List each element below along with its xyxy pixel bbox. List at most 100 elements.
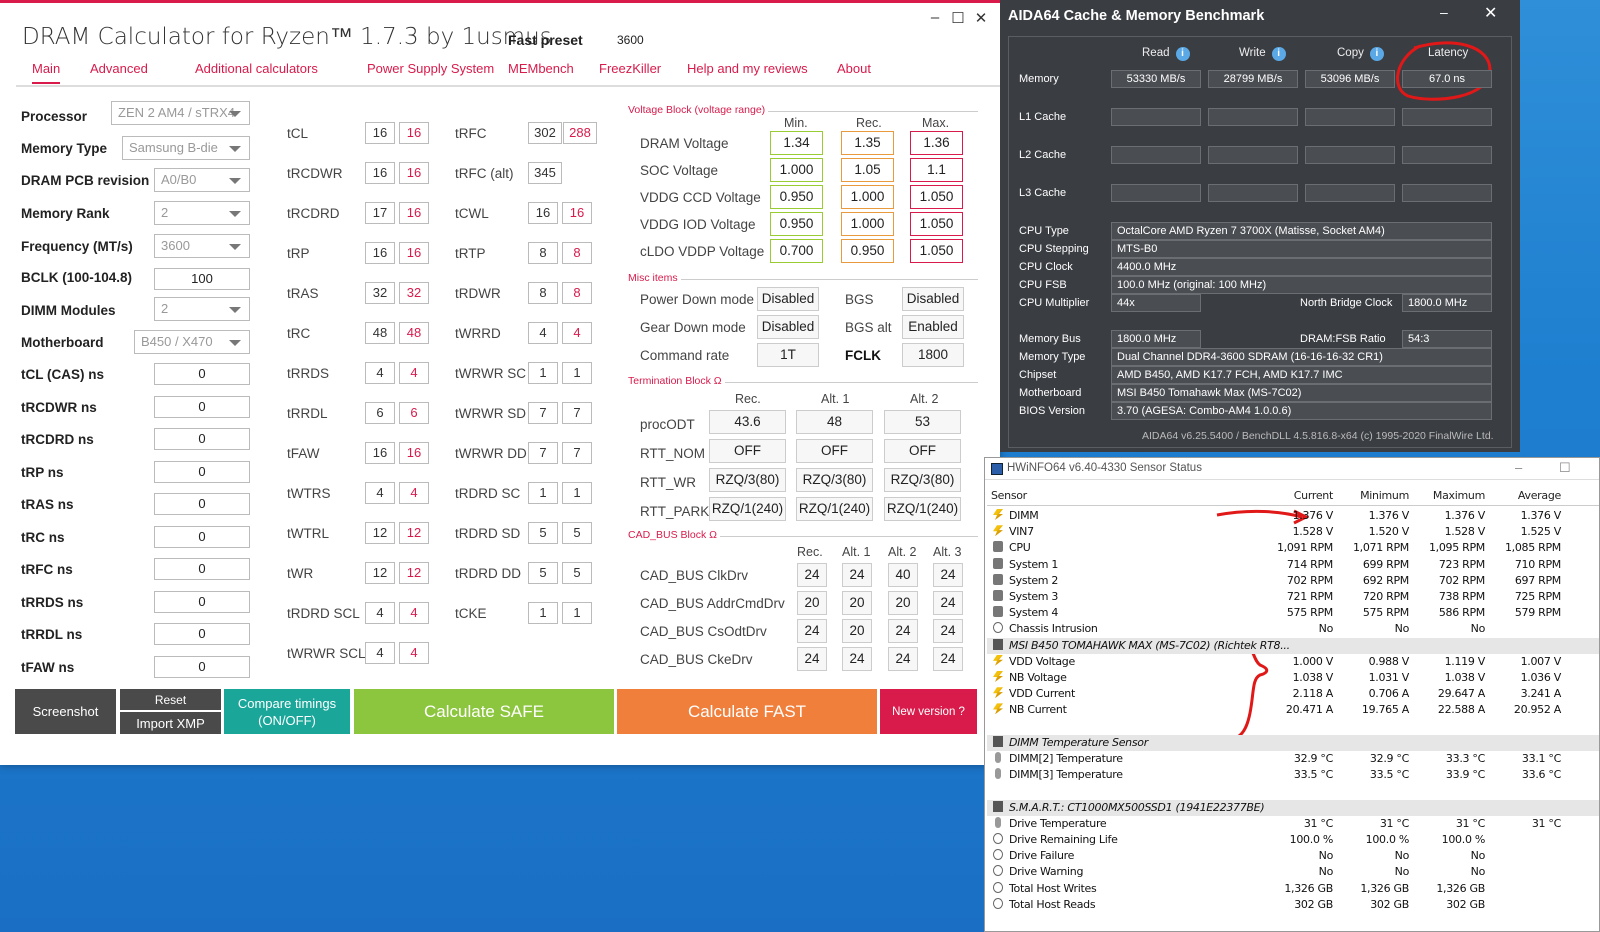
sensor-row[interactable]: VIN7 1.528 V 1.520 V 1.528 V 1.525 V — [987, 524, 1599, 540]
sensor-row[interactable]: Total Host Reads 302 GB 302 GB 302 GB — [987, 897, 1599, 913]
timing-value[interactable]: 4 — [365, 602, 395, 624]
sensor-row[interactable]: DIMM[3] Temperature 33.5 °C 33.5 °C 33.9 °C… — [987, 767, 1599, 783]
bclk-input[interactable]: 100 — [154, 268, 250, 290]
ns-input[interactable]: 0 — [154, 590, 250, 613]
timing-value[interactable]: 7 — [528, 442, 558, 464]
sensor-row[interactable]: CPU 1,091 RPM 1,071 RPM 1,095 RPM 1,085 RPM — [987, 540, 1599, 556]
dimm-modules-select[interactable]: 2 — [154, 297, 250, 321]
frequency-select[interactable]: 3600 — [154, 234, 250, 258]
import-xmp-button[interactable]: Import XMP — [120, 712, 221, 734]
ns-input[interactable]: 0 — [154, 558, 250, 580]
timing-value[interactable]: 4 — [365, 482, 395, 504]
col-minimum[interactable]: Minimum — [1329, 489, 1409, 502]
info-icon[interactable]: i — [1271, 47, 1286, 61]
timing-value[interactable]: 16 — [365, 242, 395, 264]
sensor-row[interactable]: System 2 702 RPM 692 RPM 702 RPM 697 RPM — [987, 573, 1599, 589]
tab-membench[interactable]: MEMbench — [508, 61, 574, 76]
col-current[interactable]: Current — [1253, 489, 1334, 502]
hw-maximize-icon[interactable]: ☐ — [1559, 460, 1571, 476]
timing-value[interactable]: 12 — [365, 562, 395, 584]
tab-about[interactable]: About — [837, 61, 871, 76]
maximize-icon[interactable]: ☐ — [947, 9, 969, 27]
compare-timings-button[interactable]: Compare timings (ON/OFF) — [224, 689, 350, 734]
timing-value[interactable]: 12 — [365, 522, 395, 544]
timing-value[interactable]: 32 — [365, 282, 395, 304]
timing-value[interactable]: 345 — [528, 162, 562, 184]
aida-close-icon[interactable]: ✕ — [1484, 3, 1497, 23]
timing-value[interactable]: 16 — [365, 122, 395, 144]
tab-main[interactable]: Main — [32, 61, 61, 84]
sensor-group-row[interactable]: MSI B450 TOMAHAWK MAX (MS-7C02) (Richtek… — [987, 637, 1599, 654]
col-sensor[interactable]: Sensor — [991, 489, 1027, 502]
sensor-row[interactable]: VDD Voltage 1.000 V 0.988 V 1.119 V 1.007 V — [987, 654, 1599, 670]
timing-value[interactable]: 16 — [528, 202, 558, 224]
hw-minimize-icon[interactable]: – — [1515, 460, 1522, 475]
ns-input[interactable]: 0 — [154, 623, 250, 645]
timing-value[interactable]: 5 — [528, 562, 558, 584]
memory-rank-select[interactable]: 2 — [154, 201, 250, 225]
sensor-row[interactable]: NB Current 20.471 A 19.765 A 22.588 A 20.952… — [987, 702, 1599, 718]
info-icon[interactable]: i — [1175, 47, 1190, 61]
timing-value[interactable]: 16 — [365, 442, 395, 464]
timing-value[interactable]: 1 — [528, 362, 558, 384]
timing-value[interactable]: 4 — [365, 642, 395, 664]
timing-value[interactable]: 7 — [528, 402, 558, 424]
sensor-row[interactable]: VDD Current 2.118 A 0.706 A 29.647 A 3.241 A — [987, 686, 1599, 702]
timing-value[interactable]: 4 — [528, 322, 558, 344]
memory-type-select[interactable]: Samsung B-die — [122, 136, 250, 160]
sensor-row[interactable]: Drive Failure No No No — [987, 848, 1599, 864]
timing-value[interactable]: 16 — [365, 162, 395, 184]
ns-input[interactable]: 0 — [154, 655, 250, 678]
tab-additional-calculators[interactable]: Additional calculators — [195, 61, 318, 76]
timing-value[interactable]: 8 — [528, 242, 558, 264]
sensor-row[interactable]: NB Voltage 1.038 V 1.031 V 1.038 V 1.036 V — [987, 670, 1599, 686]
tab-power-supply-system[interactable]: Power Supply System — [367, 61, 494, 76]
reset-button[interactable]: Reset — [120, 689, 221, 710]
tab-freezkiller[interactable]: FreezKiller — [599, 61, 661, 76]
close-icon[interactable]: ✕ — [970, 9, 992, 27]
sensor-row[interactable]: Drive Warning No No No — [987, 864, 1599, 880]
timing-value[interactable]: 5 — [528, 522, 558, 544]
sensor-row[interactable] — [987, 783, 1599, 799]
col-maximum[interactable]: Maximum — [1405, 489, 1485, 502]
minimize-icon[interactable]: – — [924, 9, 946, 26]
tab-help-reviews[interactable]: Help and my reviews — [687, 61, 808, 76]
sensor-row[interactable]: Drive Temperature 31 °C 31 °C 31 °C 31 °C — [987, 816, 1599, 832]
timing-value[interactable]: 1 — [528, 482, 558, 504]
calculate-safe-button[interactable]: Calculate SAFE — [354, 689, 614, 734]
tab-advanced[interactable]: Advanced — [90, 61, 148, 76]
timing-value[interactable]: 4 — [365, 362, 395, 384]
processor-select[interactable]: ZEN 2 AM4 / sTRX4 — [111, 101, 250, 125]
motherboard-select[interactable]: B450 / X470 — [134, 330, 250, 354]
timing-value[interactable]: 8 — [528, 282, 558, 304]
sensor-row[interactable]: System 3 721 RPM 720 RPM 738 RPM 725 RPM — [987, 589, 1599, 605]
sensor-row[interactable]: Total Host Writes 1,326 GB 1,326 GB 1,326 G… — [987, 881, 1599, 897]
info-icon[interactable]: i — [1369, 47, 1384, 61]
timing-value[interactable]: 17 — [365, 202, 395, 224]
ns-input[interactable]: 0 — [154, 460, 250, 483]
timing-value[interactable]: 302 — [528, 122, 562, 144]
screenshot-button[interactable]: Screenshot — [15, 689, 116, 734]
ns-input[interactable]: 0 — [154, 428, 250, 450]
ns-input[interactable]: 0 — [154, 525, 250, 548]
timing-value[interactable]: 48 — [365, 322, 395, 344]
sensor-row[interactable]: System 4 575 RPM 575 RPM 586 RPM 579 RPM — [987, 605, 1599, 621]
sensor-row[interactable] — [987, 719, 1599, 735]
sensor-row[interactable]: DIMM 1.376 V 1.376 V 1.376 V 1.376 V — [987, 508, 1599, 524]
ns-input[interactable]: 0 — [154, 363, 250, 385]
sensor-group-row[interactable]: DIMM Temperature Sensor — [987, 734, 1599, 751]
sensor-row[interactable]: Drive Remaining Life 100.0 % 100.0 % 100.0 … — [987, 832, 1599, 848]
pcb-revision-select[interactable]: A0/B0 — [154, 168, 250, 192]
col-average[interactable]: Average — [1481, 489, 1561, 502]
timing-value[interactable]: 1 — [528, 602, 558, 624]
calculate-fast-button[interactable]: Calculate FAST — [617, 689, 877, 734]
sensor-row[interactable]: System 1 714 RPM 699 RPM 723 RPM 710 RPM — [987, 557, 1599, 573]
new-version-button[interactable]: New version ? — [880, 689, 977, 734]
sensor-group-row[interactable]: S.M.A.R.T.: CT1000MX500SSD1 (1941E22377B… — [987, 799, 1599, 816]
ns-input[interactable]: 0 — [154, 493, 250, 515]
sensor-row[interactable]: DIMM[2] Temperature 32.9 °C 32.9 °C 33.3 °C… — [987, 751, 1599, 767]
sensor-row[interactable]: Chassis Intrusion No No No — [987, 621, 1599, 637]
aida-minimize-icon[interactable]: – — [1440, 4, 1448, 20]
timing-value[interactable]: 6 — [365, 402, 395, 424]
ns-input[interactable]: 0 — [154, 395, 250, 418]
